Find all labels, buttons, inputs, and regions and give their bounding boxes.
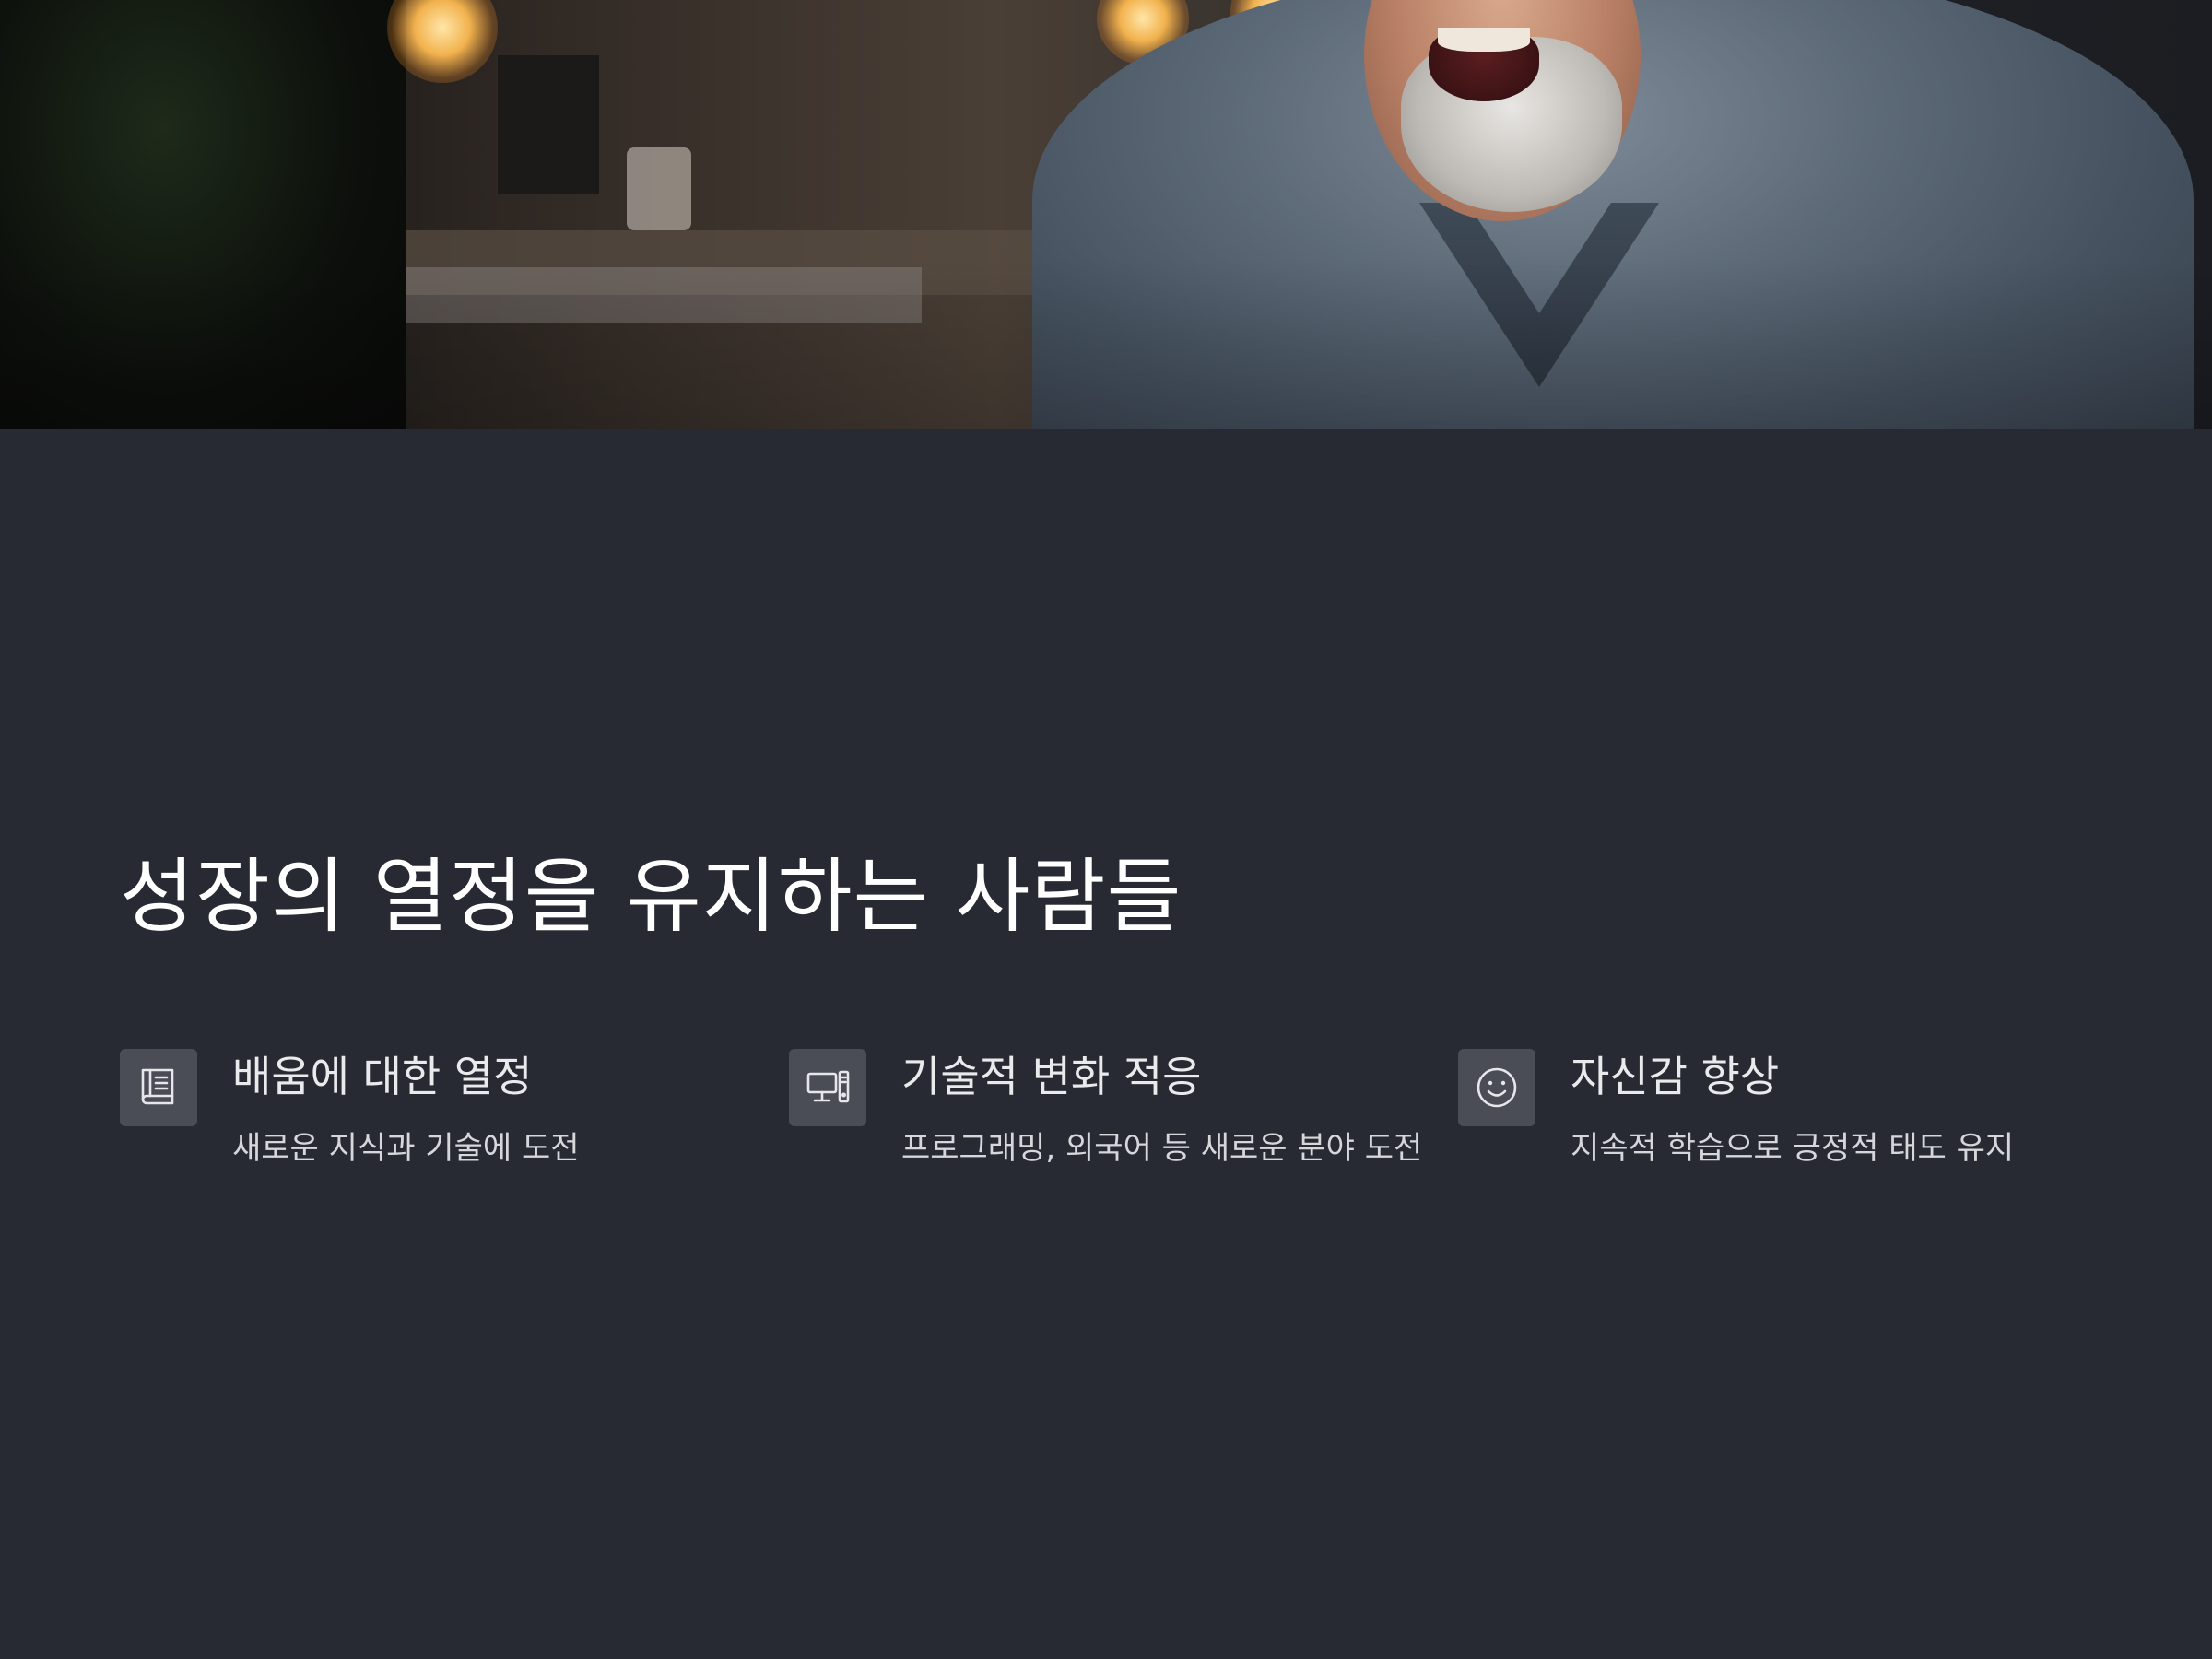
feature-description: 새로운 지식과 기술에 도전 <box>232 1130 580 1167</box>
hero-photo <box>0 0 2212 429</box>
book-icon <box>141 1068 174 1105</box>
hero-shade <box>0 0 2212 429</box>
feature-title: 배움에 대한 열정 <box>232 1052 533 1101</box>
feature-title: 자신감 향상 <box>1571 1052 1780 1101</box>
feature-title: 기술적 변화 적응 <box>901 1052 1202 1101</box>
feature-description: 프로그래밍, 외국어 등 새로운 분야 도전 <box>901 1130 1423 1167</box>
feature-description: 지속적 학습으로 긍정적 태도 유지 <box>1571 1130 2015 1167</box>
computer-icon <box>806 1070 850 1103</box>
feature-icon-box <box>789 1049 866 1126</box>
smile-icon <box>1477 1067 1517 1108</box>
feature-icon-box <box>1458 1049 1535 1126</box>
feature-icon-box <box>120 1049 197 1126</box>
page-title: 성장의 열정을 유지하는 사람들 <box>120 849 1182 944</box>
